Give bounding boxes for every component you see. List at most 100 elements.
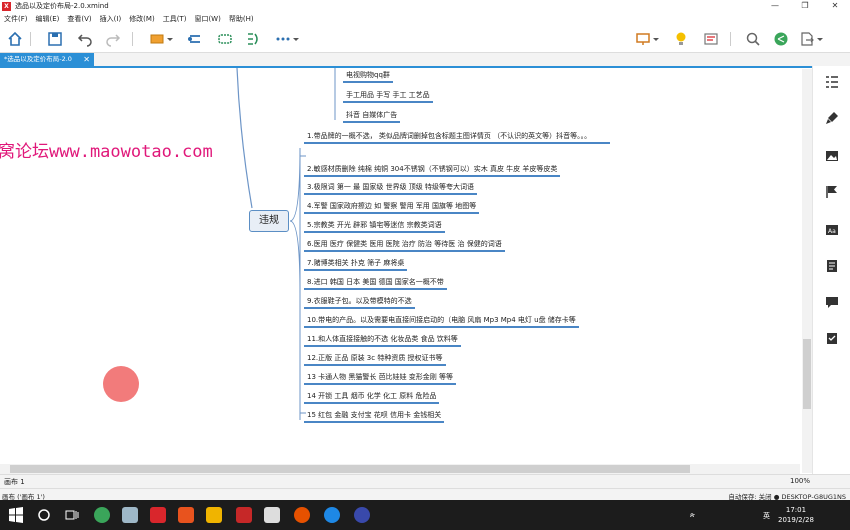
branch-node-1[interactable]: 1.带品牌的一概不选， 类似品牌词删掉包含标题主图详情页 （不认识的英文等）抖音…	[304, 131, 610, 144]
menu-insert[interactable]: 插入(I)	[100, 14, 122, 24]
tray-icons[interactable]: ጵ	[690, 511, 695, 520]
home-icon[interactable]	[6, 30, 24, 48]
branch-label: 12.正版 正品 原装 3c 特种资质 授权证书等	[307, 354, 443, 362]
share-icon[interactable]	[772, 30, 790, 48]
vertical-scrollbar[interactable]	[802, 69, 812, 473]
status-bar: 画布 ('画布 1') 自动保存: 关闭 ● DESKTOP-G8UG1NS	[0, 488, 850, 501]
branch-node-3[interactable]: 3.极限词 第一 最 国家级 世界级 顶级 特级等夸大词语	[304, 182, 478, 195]
task-view-icon[interactable]	[64, 507, 80, 523]
menu-bar: 文件(F) 编辑(E) 查看(V) 插入(I) 修改(M) 工具(T) 窗口(W…	[0, 12, 850, 25]
format-icon[interactable]	[824, 74, 840, 90]
tab-label: *选品以及定价布局-2.0	[4, 55, 72, 63]
branch-node-10[interactable]: 10.带电的产品。以及需要电直接间接启动的（电脑 风扇 Mp3 Mp4 电灯 u…	[304, 315, 579, 328]
lightbulb-icon[interactable]	[672, 30, 690, 48]
window-controls: — ❐ ✕	[760, 0, 850, 12]
toolbar-separator	[132, 32, 133, 46]
relationship-icon[interactable]	[186, 30, 204, 48]
search-icon[interactable]	[744, 30, 762, 48]
marker-flag-icon[interactable]	[824, 184, 840, 200]
chevron-down-icon[interactable]	[652, 30, 660, 48]
system-clock[interactable]: 17:01 2019/2/28	[778, 505, 814, 525]
menu-window[interactable]: 窗口(W)	[194, 14, 220, 24]
chevron-down-icon[interactable]	[816, 30, 824, 48]
branch-node-7[interactable]: 7.赌博类相关 扑克 筛子 麻将桌	[304, 258, 408, 271]
vertical-scroll-thumb[interactable]	[803, 339, 811, 409]
topic-icon[interactable]	[148, 30, 166, 48]
summary-icon[interactable]	[244, 30, 262, 48]
topic-label: 抖音 自媒体广告	[346, 111, 398, 119]
menu-edit[interactable]: 编辑(E)	[36, 14, 60, 24]
menu-modify[interactable]: 修改(M)	[129, 14, 155, 24]
branch-node-13[interactable]: 13 卡通人物 黑猫警长 芭比娃娃 变形金刚 等等	[304, 372, 457, 385]
branch-label: 2.敏感材质删除 纯棉 纯铜 304不锈钢（不锈钢可以）实木 真皮 牛皮 羊皮等…	[307, 165, 558, 173]
app-recorder-icon[interactable]	[354, 507, 370, 523]
menu-help[interactable]: 帮助(H)	[229, 14, 254, 24]
comment-icon[interactable]	[824, 294, 840, 310]
toolbar-separator	[30, 32, 31, 46]
style-brush-icon[interactable]	[824, 110, 840, 126]
topic-node[interactable]: 手工用品 手写 手工 工艺品	[343, 90, 433, 103]
export-icon[interactable]	[798, 30, 816, 48]
more-icon[interactable]	[274, 30, 292, 48]
app-blue-icon[interactable]	[324, 507, 340, 523]
app-orange-icon[interactable]	[178, 507, 194, 523]
branch-node-8[interactable]: 8.进口 韩国 日本 美国 德国 国家名一概不带	[304, 277, 447, 290]
search-icon[interactable]	[36, 507, 52, 523]
zoom-level[interactable]: 100%	[790, 477, 810, 485]
sticker-icon[interactable]: Aa	[824, 222, 840, 238]
watermark-text: 窝论坛www.maowotao.com	[0, 142, 213, 162]
topic-node[interactable]: 抖音 自媒体广告	[343, 110, 401, 123]
app-red-icon[interactable]	[150, 507, 166, 523]
presentation-icon[interactable]	[634, 30, 652, 48]
sheet-tab[interactable]: 画布 1	[4, 477, 25, 487]
app-browser-icon[interactable]	[294, 507, 310, 523]
app-green-icon[interactable]	[94, 507, 110, 523]
branch-node-2[interactable]: 2.敏感材质删除 纯棉 纯铜 304不锈钢（不锈钢可以）实木 真皮 牛皮 羊皮等…	[304, 164, 561, 177]
outliner-icon[interactable]	[702, 30, 720, 48]
window-title: 选品以及定价布局-2.0.xmind	[15, 2, 109, 10]
notes-icon[interactable]	[824, 258, 840, 274]
xmind-taskbar-icon[interactable]	[236, 507, 252, 523]
app-notepad-icon[interactable]	[122, 507, 138, 523]
app-yellow-icon[interactable]	[206, 507, 222, 523]
menu-file[interactable]: 文件(F)	[4, 14, 28, 24]
branch-node-6[interactable]: 6.医用 医疗 保健类 医用 医院 治疗 防治 等待医 治 保健的词语	[304, 239, 505, 252]
branch-label: 1.带品牌的一概不选， 类似品牌词删掉包含标题主图详情页 （不认识的英文等）抖音…	[307, 132, 592, 140]
undo-icon[interactable]	[76, 30, 94, 48]
branch-label: 3.极限词 第一 最 国家级 世界级 顶级 特级等夸大词语	[307, 183, 475, 191]
input-language[interactable]: 英	[763, 511, 770, 521]
branch-node-12[interactable]: 12.正版 正品 原装 3c 特种资质 授权证书等	[304, 353, 446, 366]
branch-node-5[interactable]: 5.宗教类 开光 辟邪 镇宅等迷信 宗教类词语	[304, 220, 445, 233]
right-side-panel: Aa	[812, 66, 850, 474]
branch-node-15[interactable]: 15 红包 金融 支付宝 花呗 信用卡 金钱相关	[304, 410, 445, 423]
chevron-down-icon[interactable]	[292, 30, 300, 48]
tab-document[interactable]: *选品以及定价布局-2.0 ✕	[0, 53, 94, 66]
save-icon[interactable]	[46, 30, 64, 48]
menu-tools[interactable]: 工具(T)	[163, 14, 187, 24]
task-icon[interactable]	[824, 330, 840, 346]
xmind-app-icon: X	[2, 1, 11, 11]
app-wolf-icon[interactable]	[264, 507, 280, 523]
windows-start-icon[interactable]	[8, 507, 24, 523]
central-topic[interactable]: 违规	[249, 210, 289, 232]
image-icon[interactable]	[824, 148, 840, 164]
maximize-button[interactable]: ❐	[790, 0, 820, 12]
chevron-down-icon[interactable]	[166, 30, 174, 48]
menu-view[interactable]: 查看(V)	[67, 14, 91, 24]
redo-icon[interactable]	[104, 30, 122, 48]
minimize-button[interactable]: —	[760, 0, 790, 12]
close-icon[interactable]: ✕	[83, 53, 90, 66]
branch-node-9[interactable]: 9.衣服鞋子包。以及带模特的不选	[304, 296, 415, 309]
horizontal-scroll-thumb[interactable]	[10, 465, 690, 473]
topic-node[interactable]: 电视购物qq群	[343, 70, 393, 83]
close-button[interactable]: ✕	[820, 0, 850, 12]
toolbar	[0, 25, 850, 53]
branch-label: 15 红包 金融 支付宝 花呗 信用卡 金钱相关	[307, 411, 442, 419]
horizontal-scrollbar[interactable]	[0, 464, 800, 474]
branch-node-4[interactable]: 4.军警 国家政府擦边 如 警察 警用 军用 国旗等 地图等	[304, 201, 480, 214]
mouse-cursor-highlight	[103, 366, 139, 402]
mindmap-canvas[interactable]: 窝论坛www.maowotao.com 电视购物qq群 手工用品 手写 手工 工…	[0, 66, 812, 474]
branch-node-11[interactable]: 11.和人体直接接触的不选 化妆品类 食品 饮料等	[304, 334, 461, 347]
boundary-icon[interactable]	[216, 30, 234, 48]
branch-node-14[interactable]: 14 开锁 工具 烟币 化学 化工 原料 危险品	[304, 391, 440, 404]
